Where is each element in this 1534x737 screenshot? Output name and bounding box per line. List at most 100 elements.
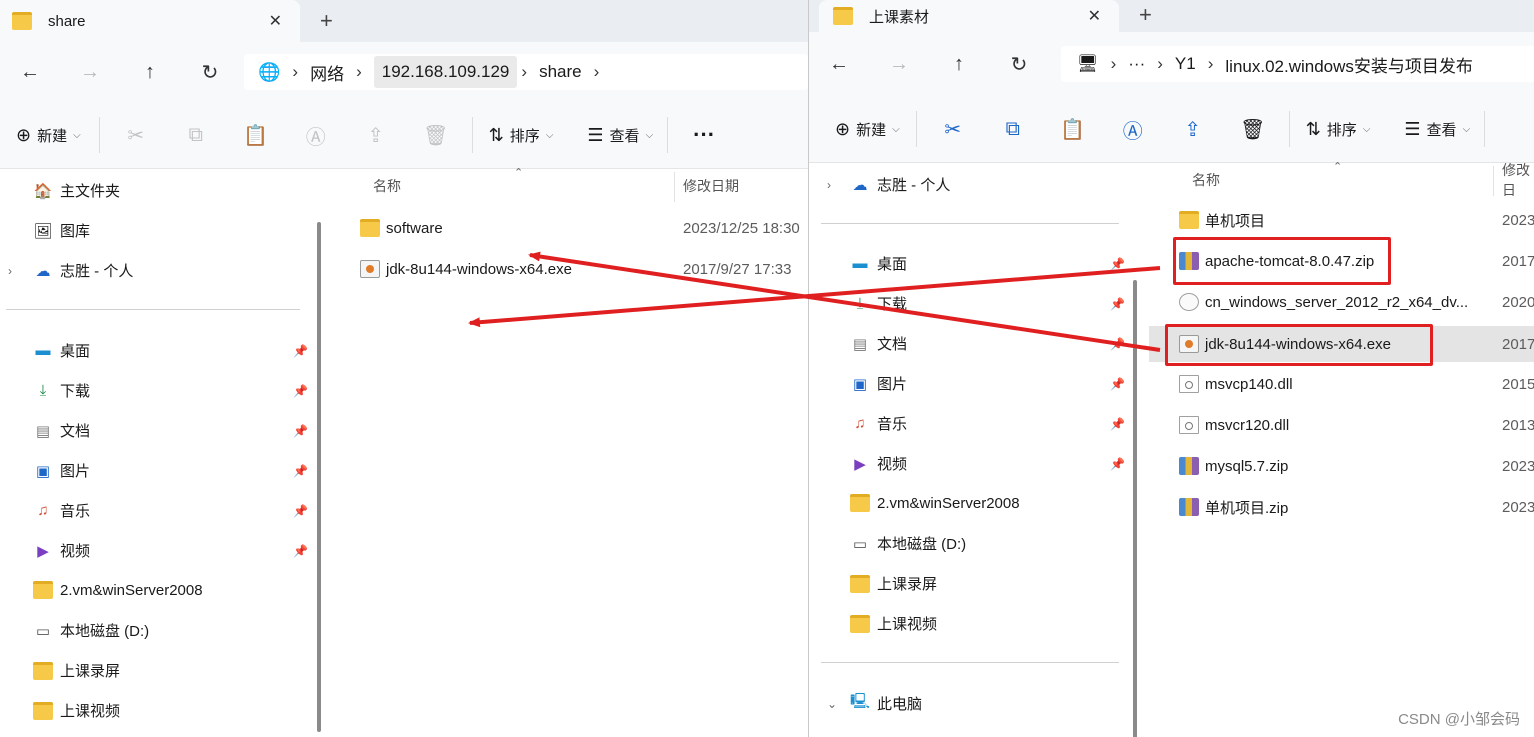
- file-row[interactable]: mysql5.7.zip 2023: [1149, 448, 1534, 484]
- nav-item-documents[interactable]: ▤ 文档 📌: [849, 333, 1125, 354]
- breadcrumb[interactable]: 🌐 › 网络 › 192.168.109.129 › share ›: [244, 54, 808, 90]
- breadcrumb-network[interactable]: 网络: [310, 60, 344, 85]
- column-header-name[interactable]: 名称: [373, 168, 401, 204]
- nav-item-desktop[interactable]: ▬ 桌面 📌: [32, 340, 309, 361]
- nav-item-folder[interactable]: 2.vm&winServer2008: [32, 580, 203, 600]
- cut-icon[interactable]: ✂: [923, 117, 983, 142]
- nav-item-downloads[interactable]: ⤓ 下载 📌: [32, 380, 308, 401]
- up-arrow-icon[interactable]: ↑: [120, 61, 180, 84]
- cut-icon[interactable]: ✂: [106, 123, 166, 148]
- scrollbar[interactable]: [1133, 280, 1137, 737]
- file-row[interactable]: jdk-8u144-windows-x64.exe 2017/9/27 17:3…: [330, 251, 808, 287]
- nav-item-folder[interactable]: 2.vm&winServer2008: [849, 493, 1020, 513]
- breadcrumb-overflow[interactable]: ···: [1128, 54, 1145, 74]
- column-separator[interactable]: [1493, 166, 1494, 196]
- column-separator[interactable]: [674, 172, 675, 202]
- file-name: msvcp140.dll: [1205, 375, 1293, 393]
- nav-item-folder[interactable]: 上课录屏: [849, 573, 937, 594]
- nav-item-videos[interactable]: ▶ 视频 📌: [32, 540, 308, 561]
- file-row[interactable]: msvcp140.dll 2015: [1149, 366, 1534, 402]
- column-header-modified[interactable]: 修改日: [1502, 162, 1534, 198]
- new-button[interactable]: ⊕ 新建 ⌵: [16, 125, 81, 146]
- file-row[interactable]: msvcr120.dll 2013: [1149, 407, 1534, 443]
- breadcrumb-current-folder[interactable]: linux.02.windows安装与项目发布: [1225, 52, 1473, 77]
- refresh-icon[interactable]: ↻: [989, 52, 1049, 77]
- rename-icon[interactable]: Ⓐ: [286, 121, 346, 150]
- paste-icon[interactable]: 📋: [1043, 117, 1103, 142]
- sort-button[interactable]: ⇅ 排序 ⌵: [489, 125, 554, 146]
- pin-icon[interactable]: 📌: [1110, 297, 1125, 311]
- pin-icon[interactable]: 📌: [293, 344, 308, 358]
- nav-item-home[interactable]: 🏠 主文件夹: [32, 180, 120, 201]
- nav-item-folder[interactable]: 上课视频: [32, 700, 120, 721]
- close-icon[interactable]: ✕: [1088, 6, 1101, 26]
- pin-icon[interactable]: 📌: [1110, 257, 1125, 271]
- file-modified: 2015: [1502, 375, 1534, 393]
- new-tab-icon[interactable]: +: [320, 8, 333, 34]
- breadcrumb-y1[interactable]: Y1: [1175, 54, 1196, 74]
- file-row[interactable]: software 2023/12/25 18:30: [330, 210, 808, 246]
- refresh-icon[interactable]: ↻: [180, 60, 240, 85]
- nav-item-drive-d[interactable]: ▭ 本地磁盘 (D:): [849, 533, 966, 554]
- breadcrumb-host[interactable]: 192.168.109.129: [373, 56, 518, 88]
- delete-icon[interactable]: 🗑: [1223, 117, 1283, 142]
- file-row[interactable]: cn_windows_server_2012_r2_x64_dv... 2020: [1149, 284, 1534, 320]
- nav-item-pictures[interactable]: ▣ 图片 📌: [849, 373, 1125, 394]
- close-icon[interactable]: ✕: [269, 11, 282, 31]
- pin-icon[interactable]: 📌: [293, 504, 308, 518]
- pin-icon[interactable]: 📌: [293, 464, 308, 478]
- paste-icon[interactable]: 📋: [226, 123, 286, 148]
- nav-item-downloads[interactable]: ⤓ 下载 📌: [849, 293, 1125, 314]
- nav-item-drive-d[interactable]: ▭ 本地磁盘 (D:): [32, 620, 149, 641]
- new-tab-icon[interactable]: +: [1139, 2, 1152, 28]
- breadcrumb-share[interactable]: share: [539, 62, 582, 82]
- copy-icon[interactable]: ⧉: [983, 118, 1043, 141]
- rename-icon[interactable]: Ⓐ: [1103, 115, 1163, 144]
- nav-item-videos[interactable]: ▶ 视频 📌: [849, 453, 1125, 474]
- nav-item-pictures[interactable]: ▣ 图片 📌: [32, 460, 308, 481]
- column-header-name[interactable]: 名称: [1192, 162, 1220, 198]
- nav-item-this-pc[interactable]: ⌄ 🖳 此电脑: [827, 693, 922, 714]
- nav-item-gallery[interactable]: 🖼 图库: [32, 220, 90, 241]
- command-bar: ⊕ 新建 ⌵ ✂ ⧉ 📋 Ⓐ ⇪ 🗑 ⇅ 排序 ⌵ ☰ 查看 ⌵: [809, 96, 1534, 163]
- pin-icon[interactable]: 📌: [293, 424, 308, 438]
- breadcrumb[interactable]: 🖥 › ··· › Y1 › linux.02.windows安装与项目发布: [1061, 46, 1534, 82]
- more-options-icon[interactable]: ···: [674, 122, 734, 148]
- file-row[interactable]: 单机项目.zip 2023: [1149, 489, 1534, 525]
- forward-arrow-icon[interactable]: →: [60, 61, 120, 84]
- back-arrow-icon[interactable]: ←: [0, 61, 60, 84]
- tab-course-materials[interactable]: 上课素材 ✕: [819, 0, 1119, 32]
- pin-icon[interactable]: 📌: [1110, 377, 1125, 391]
- nav-item-desktop[interactable]: ▬ 桌面 📌: [849, 253, 1126, 274]
- nav-item-folder[interactable]: 上课视频: [849, 613, 937, 634]
- nav-item-folder[interactable]: 上课录屏: [32, 660, 120, 681]
- scrollbar[interactable]: [317, 222, 321, 732]
- view-button[interactable]: ☰ 查看 ⌵: [1404, 119, 1470, 140]
- chevron-right-icon[interactable]: ›: [827, 178, 831, 192]
- pin-icon[interactable]: 📌: [1110, 337, 1125, 351]
- nav-item-documents[interactable]: ▤ 文档 📌: [32, 420, 308, 441]
- new-button[interactable]: ⊕ 新建 ⌵: [835, 119, 900, 140]
- pin-icon[interactable]: 📌: [293, 544, 308, 558]
- up-arrow-icon[interactable]: ↑: [929, 53, 989, 76]
- nav-item-music[interactable]: ♫ 音乐 📌: [849, 413, 1125, 434]
- nav-item-music[interactable]: ♫ 音乐 📌: [32, 500, 308, 521]
- pin-icon[interactable]: 📌: [1110, 457, 1125, 471]
- share-icon[interactable]: ⇪: [1163, 117, 1223, 142]
- copy-icon[interactable]: ⧉: [166, 124, 226, 147]
- pin-icon[interactable]: 📌: [1110, 417, 1125, 431]
- back-arrow-icon[interactable]: ←: [809, 53, 869, 76]
- sort-button[interactable]: ⇅ 排序 ⌵: [1306, 119, 1371, 140]
- delete-icon[interactable]: 🗑: [406, 123, 466, 148]
- view-button[interactable]: ☰ 查看 ⌵: [587, 125, 653, 146]
- nav-item-onedrive[interactable]: › ☁ 志胜 - 个人: [8, 260, 133, 281]
- nav-item-onedrive[interactable]: › ☁ 志胜 - 个人: [827, 174, 950, 195]
- chevron-right-icon[interactable]: ›: [8, 264, 12, 278]
- pin-icon[interactable]: 📌: [293, 384, 308, 398]
- chevron-down-icon[interactable]: ⌄: [827, 697, 837, 711]
- share-icon[interactable]: ⇪: [346, 123, 406, 148]
- tab-share[interactable]: share ✕: [0, 0, 300, 42]
- forward-arrow-icon[interactable]: →: [869, 53, 929, 76]
- file-row[interactable]: 单机项目 2023: [1149, 202, 1534, 238]
- column-header-modified[interactable]: 修改日期: [683, 168, 739, 204]
